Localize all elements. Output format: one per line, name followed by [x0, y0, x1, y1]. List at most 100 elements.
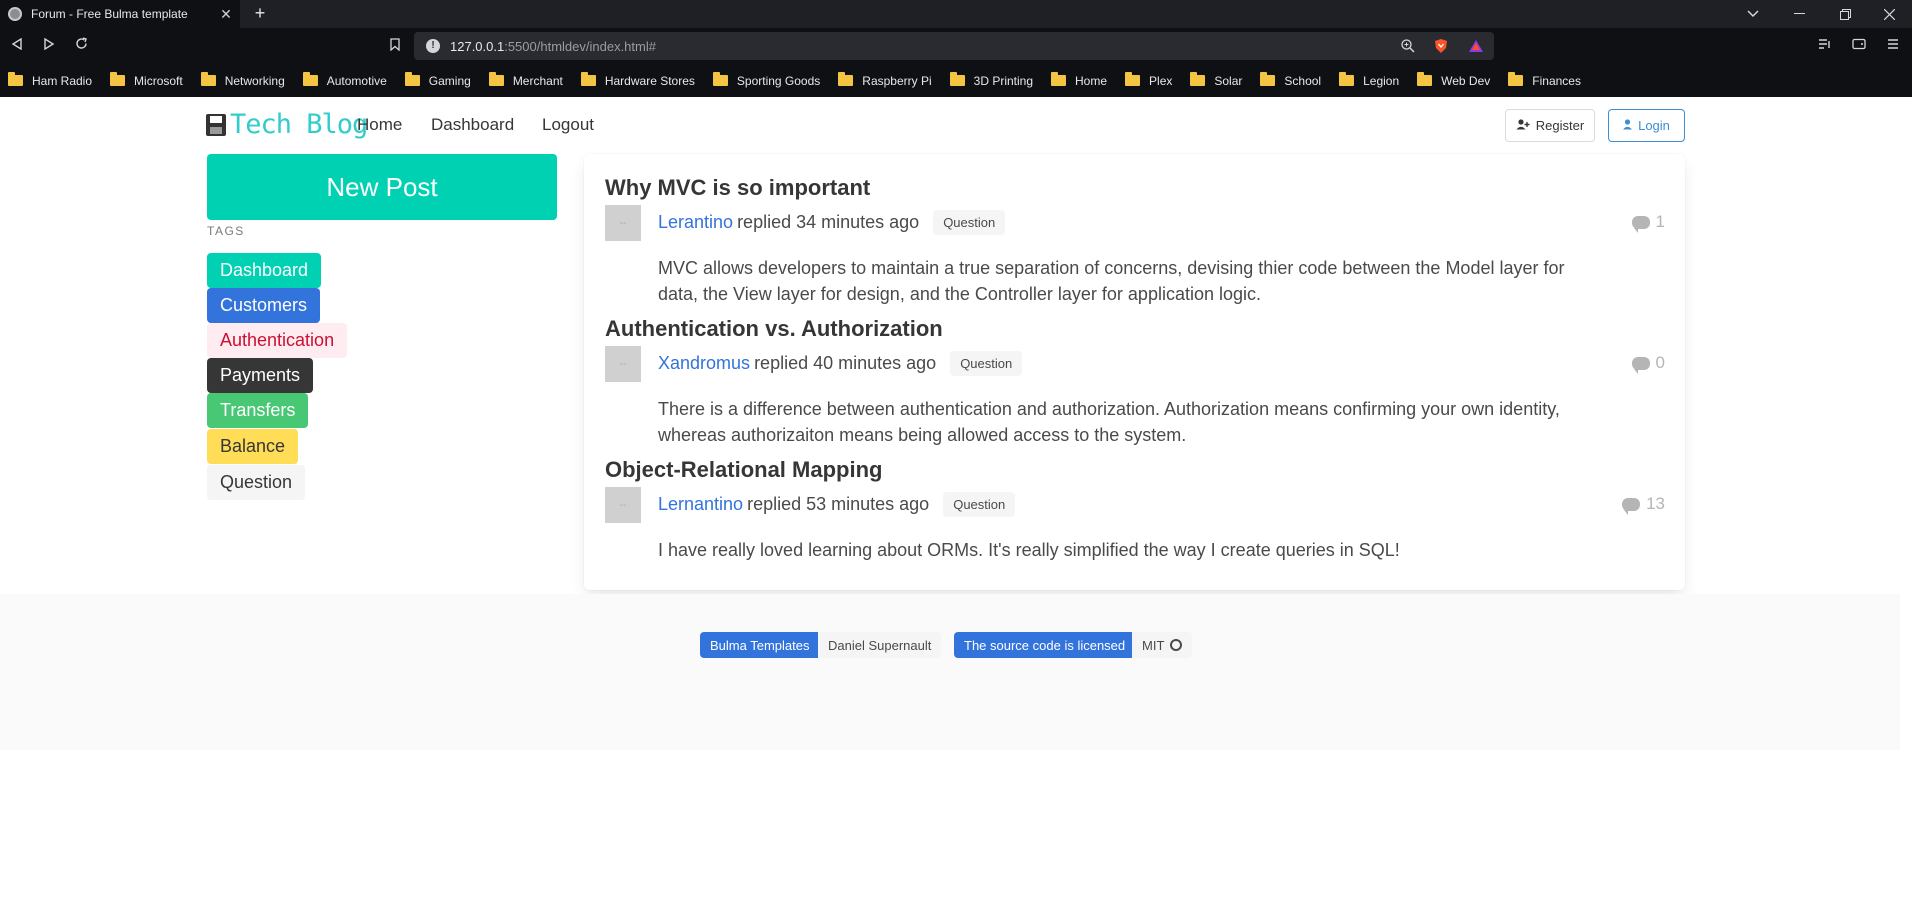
post-body: I have really loved learning about ORMs.… — [658, 540, 1400, 560]
menu-icon[interactable] — [1882, 35, 1904, 57]
comment-count-value: 13 — [1646, 494, 1665, 513]
comment-count[interactable]: 0 — [1631, 353, 1665, 374]
site-footer: Bulma Templates Daniel Supernault The so… — [0, 594, 1912, 750]
post-author-link[interactable]: Lerantino — [658, 212, 733, 233]
post-author-link[interactable]: Xandromus — [658, 353, 750, 374]
nav-dashboard-link[interactable]: Dashboard — [431, 115, 514, 135]
url-host: 127.0.0.1 — [450, 38, 505, 54]
brave-shields-icon[interactable] — [1433, 38, 1449, 54]
user-icon — [1623, 118, 1633, 133]
bookmark-folder[interactable]: Automotive — [302, 72, 387, 88]
license-badge[interactable]: MIT — [1132, 632, 1193, 658]
tag-payments[interactable]: Payments — [207, 358, 314, 393]
globe-icon — [8, 7, 22, 21]
avatar: -- — [605, 346, 641, 382]
tag-customers[interactable]: Customers — [207, 288, 321, 323]
post-replied-time: replied 34 minutes ago — [737, 212, 920, 232]
footer-author[interactable]: Daniel Supernault — [818, 632, 942, 658]
brave-rewards-icon[interactable] — [1468, 38, 1484, 54]
bookmark-folder[interactable]: Ham Radio — [8, 72, 92, 88]
bookmark-folder[interactable]: Finances — [1508, 72, 1581, 88]
tag-dashboard[interactable]: Dashboard — [207, 253, 322, 288]
post-title[interactable]: Why MVC is so important — [605, 175, 870, 201]
login-button[interactable]: Login — [1608, 109, 1685, 142]
tab-search-icon[interactable] — [1730, 0, 1776, 28]
bookmark-folder[interactable]: Plex — [1125, 72, 1172, 88]
brand-logo[interactable]: Tech Blog — [206, 109, 368, 140]
comment-count[interactable]: 13 — [1622, 494, 1665, 515]
bookmark-page-icon[interactable] — [384, 35, 406, 57]
post-tag-badge[interactable]: Question — [933, 210, 1006, 235]
reload-icon[interactable] — [70, 35, 92, 57]
tag-balance[interactable]: Balance — [207, 429, 299, 464]
folder-icon — [404, 72, 420, 86]
new-post-button[interactable]: New Post — [207, 154, 557, 220]
folder-icon — [580, 72, 596, 86]
bookmark-folder[interactable]: Merchant — [488, 72, 563, 88]
bookmark-folder[interactable]: Networking — [200, 72, 285, 88]
post-title[interactable]: Authentication vs. Authorization — [605, 316, 943, 342]
folder-icon — [1417, 72, 1433, 86]
comment-count-value: 0 — [1655, 353, 1665, 372]
post-tag-badge[interactable]: Question — [950, 351, 1023, 376]
folder-icon — [712, 72, 728, 86]
license-label: MIT — [1142, 637, 1165, 653]
bookmark-folder[interactable]: Legion — [1339, 72, 1399, 88]
scrollbar[interactable] — [1900, 97, 1912, 922]
post-meta: Lerantino replied 34 minutes ago Questio… — [658, 210, 1006, 235]
tag-authentication[interactable]: Authentication — [207, 323, 348, 358]
post-author-link[interactable]: Lernantino — [658, 494, 743, 515]
register-button[interactable]: Register — [1505, 109, 1595, 142]
register-label: Register — [1535, 118, 1585, 133]
close-tab-icon[interactable]: ✕ — [216, 6, 236, 23]
floppy-disk-icon — [206, 113, 226, 136]
folder-icon — [488, 72, 504, 86]
browser-tab[interactable]: Forum - Free Bulma template ✕ — [0, 0, 240, 28]
bookmark-folder[interactable]: Sporting Goods — [712, 72, 820, 88]
folder-icon — [1190, 72, 1206, 86]
post-body: MVC allows developers to maintain a true… — [658, 258, 1565, 304]
back-icon[interactable] — [6, 35, 28, 57]
minimize-icon[interactable] — [1776, 0, 1822, 28]
address-bar[interactable]: ! 127.0.0.1 :5500/htmldev/index.html# — [414, 32, 1494, 60]
folder-icon — [1260, 72, 1276, 86]
folder-icon — [949, 72, 965, 86]
forward-icon[interactable] — [38, 35, 60, 57]
user-plus-icon — [1516, 118, 1530, 133]
comment-count[interactable]: 1 — [1631, 212, 1665, 233]
post-title[interactable]: Object-Relational Mapping — [605, 457, 882, 483]
bookmarks-bar: Ham Radio Microsoft Networking Automotiv… — [0, 64, 1912, 97]
comments-icon — [1622, 497, 1641, 515]
post-body: There is a difference between authentica… — [658, 399, 1560, 445]
bookmark-folder[interactable]: Gaming — [404, 72, 471, 88]
bookmark-folder[interactable]: Solar — [1190, 72, 1242, 88]
comments-icon — [1631, 215, 1650, 233]
bookmark-folder[interactable]: Web Dev — [1417, 72, 1490, 88]
bookmark-folder[interactable]: Raspberry Pi — [838, 72, 932, 88]
bulma-templates-link[interactable]: Bulma Templates — [700, 632, 820, 658]
folder-icon — [8, 72, 23, 86]
bookmark-folder[interactable]: Home — [1051, 72, 1107, 88]
tag-transfers[interactable]: Transfers — [207, 393, 309, 428]
tag-question[interactable]: Question — [207, 465, 306, 500]
nav-home-link[interactable]: Home — [357, 115, 402, 135]
folder-icon — [1051, 72, 1067, 86]
close-window-icon[interactable] — [1866, 0, 1912, 28]
bookmark-folder[interactable]: Hardware Stores — [580, 72, 695, 88]
folder-icon — [1339, 72, 1355, 86]
playlist-icon[interactable] — [1814, 35, 1836, 57]
new-tab-button[interactable]: + — [250, 3, 270, 23]
bookmark-folder[interactable]: 3D Printing — [949, 72, 1033, 88]
wallet-icon[interactable] — [1848, 35, 1870, 57]
post-tag-badge[interactable]: Question — [943, 492, 1016, 517]
bookmark-folder[interactable]: School — [1260, 72, 1321, 88]
source-code-link[interactable]: The source code is licensed — [954, 632, 1136, 658]
post-replied-time: replied 53 minutes ago — [747, 494, 930, 514]
zoom-icon[interactable] — [1400, 38, 1416, 54]
comment-count-value: 1 — [1655, 212, 1665, 231]
folder-icon — [200, 72, 216, 86]
restore-icon[interactable] — [1822, 0, 1868, 28]
site-info-icon[interactable]: ! — [426, 39, 440, 53]
bookmark-folder[interactable]: Microsoft — [110, 72, 183, 88]
nav-logout-link[interactable]: Logout — [542, 115, 594, 135]
